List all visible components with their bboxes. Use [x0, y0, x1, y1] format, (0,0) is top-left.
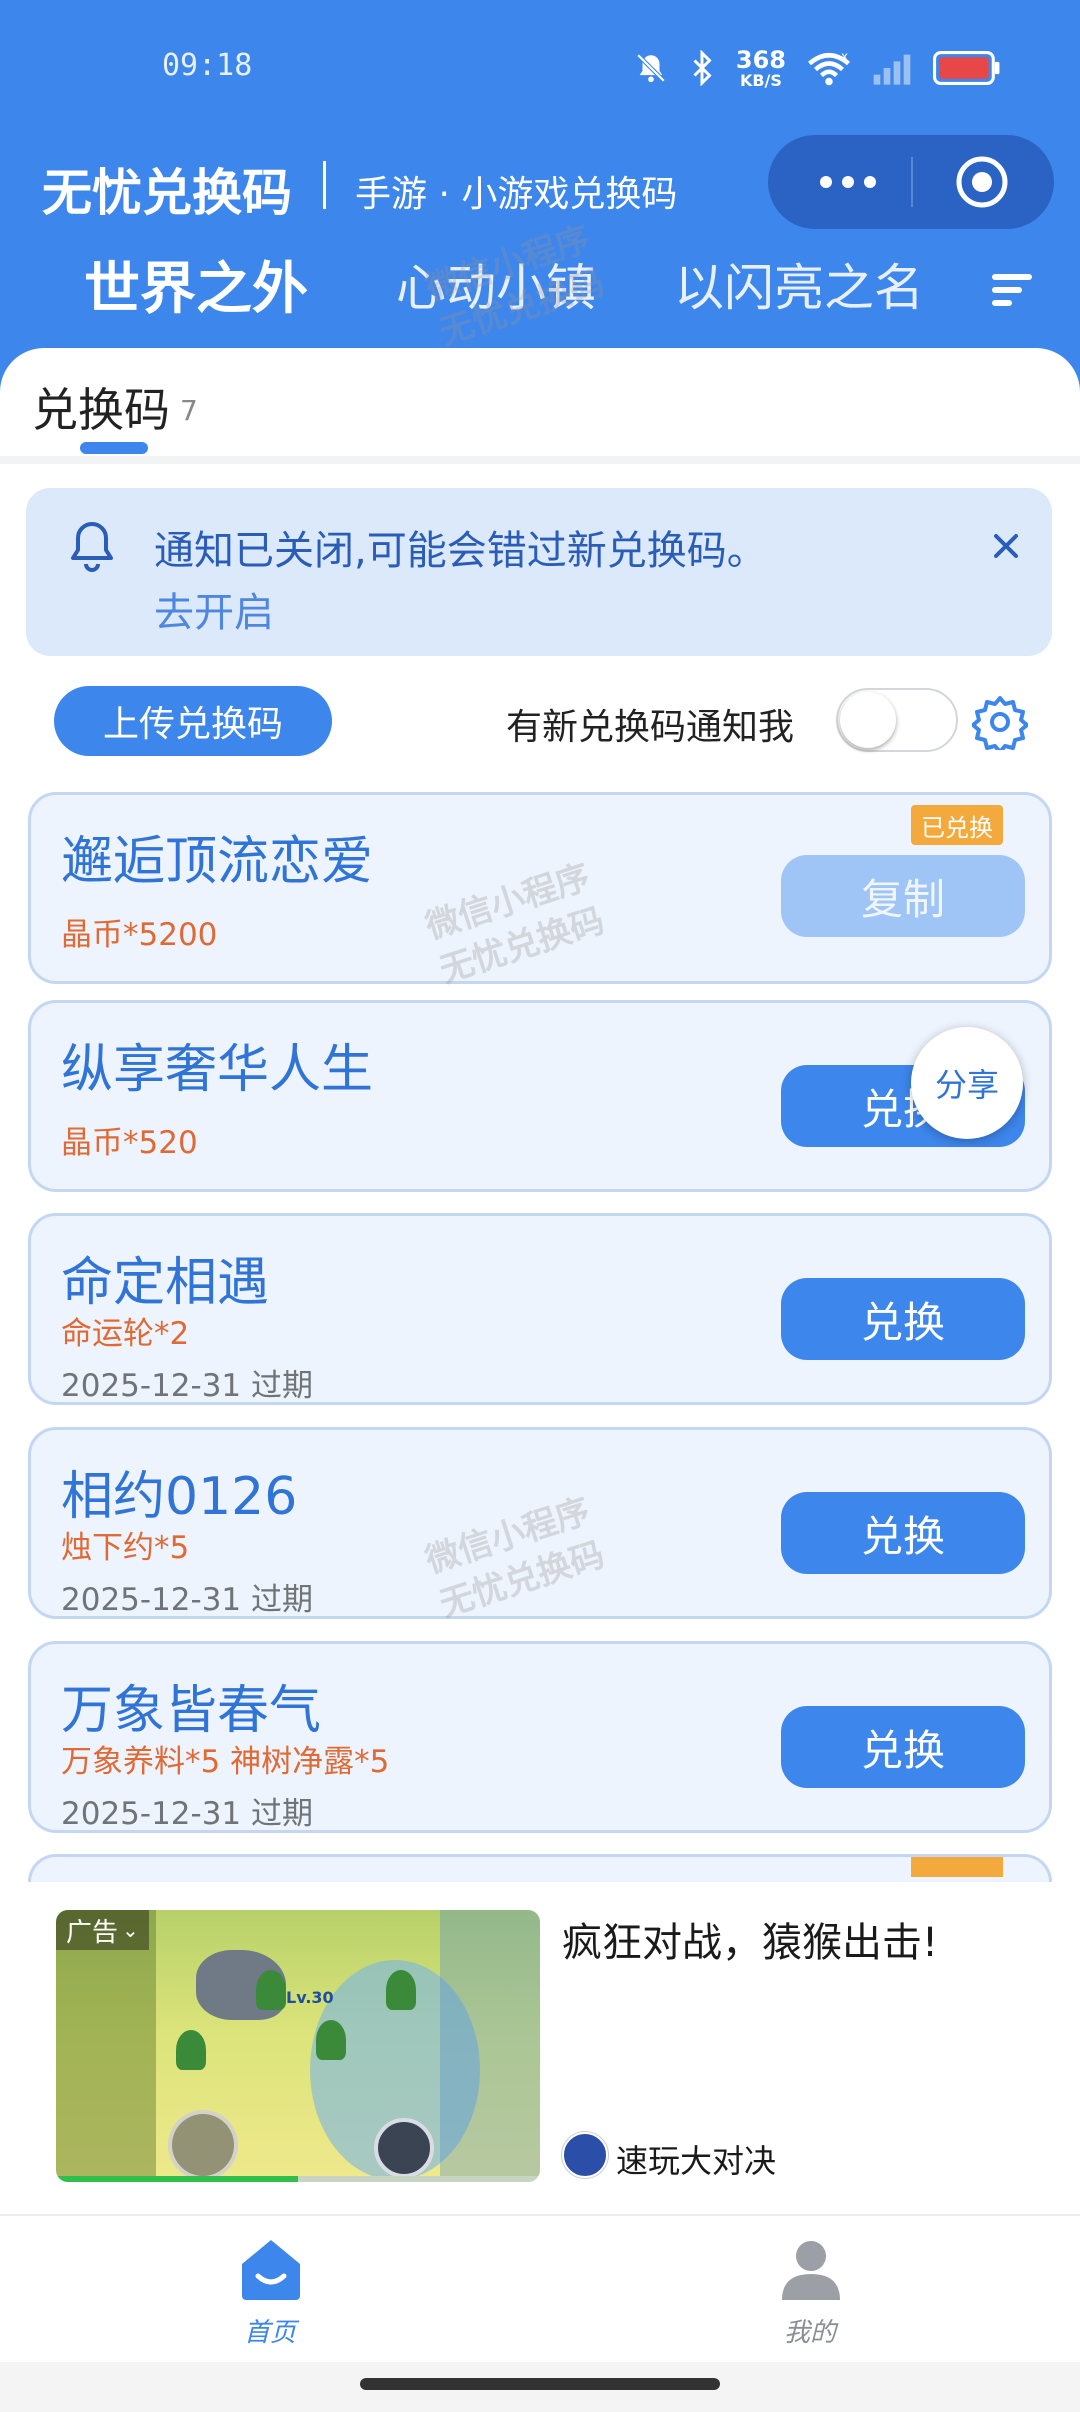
- network-speed: 368 KB/S: [736, 48, 786, 89]
- ad-title[interactable]: 疯狂对战，猿猴出击!: [562, 1910, 938, 1968]
- code-title: 邂逅顶流恋爱: [61, 832, 374, 892]
- code-expiry: 2025-12-31 过期: [61, 1582, 314, 1618]
- ad-label-text: 广告: [66, 1917, 119, 1948]
- code-card: 命定相遇 命运轮*2 2025-12-31 过期 兑换: [28, 1213, 1052, 1405]
- home-indicator[interactable]: [360, 2378, 720, 2390]
- ad-image-side-right: [440, 1910, 540, 2182]
- bottom-tabbar: 首页 我的: [0, 2214, 1080, 2364]
- share-button[interactable]: 分享: [911, 1027, 1023, 1139]
- section-divider: [0, 456, 1080, 464]
- ad-image-tree: [176, 2030, 206, 2070]
- more-dots-icon[interactable]: [808, 135, 888, 229]
- peek-badge: [911, 1857, 1003, 1877]
- section-tab-indicator: [80, 442, 148, 454]
- close-icon[interactable]: [986, 526, 1026, 566]
- notification-banner: 通知已关闭,可能会错过新兑换码。 去开启: [26, 488, 1052, 656]
- code-title: 纵享奢华人生: [61, 1040, 374, 1100]
- enable-notification-link[interactable]: 去开启: [154, 580, 274, 638]
- wifi-icon: x: [808, 50, 850, 86]
- ad-sponsor-avatar: [562, 2132, 608, 2178]
- svg-text:x: x: [841, 50, 848, 64]
- system-home-area: [0, 2362, 1080, 2412]
- network-speed-value: 368: [735, 45, 786, 74]
- tab-home-label: 首页: [243, 2318, 296, 2348]
- code-reward: 万象养料*5 神树净露*5: [61, 1744, 390, 1780]
- network-speed-unit: KB/S: [739, 70, 782, 90]
- ad-image-tree: [256, 1970, 286, 2010]
- battery-icon: [933, 51, 1000, 85]
- code-reward: 晶币*520: [61, 1125, 198, 1161]
- ad-label[interactable]: 广告 ⌄: [56, 1910, 149, 1950]
- notify-label: 有新兑换码通知我: [506, 707, 795, 748]
- copy-button[interactable]: 复制: [781, 855, 1025, 937]
- section-tab-codes[interactable]: 兑换码: [32, 374, 170, 440]
- signal-icon: [873, 54, 911, 85]
- status-bar: 09:18 368 KB/S x: [0, 0, 1080, 130]
- target-close-icon[interactable]: [954, 154, 1010, 210]
- code-title: 命定相遇: [61, 1253, 270, 1313]
- code-reward: 命运轮*2: [61, 1316, 190, 1352]
- code-reward: 晶币*5200: [61, 917, 218, 953]
- redeemed-badge: 已兑换: [911, 805, 1003, 845]
- bell-icon: [71, 522, 113, 572]
- mini-program-capsule: [768, 135, 1054, 229]
- title-divider: [323, 161, 326, 209]
- code-title: 万象皆春气: [61, 1681, 322, 1741]
- code-expiry: 2025-12-31 过期: [61, 1368, 314, 1404]
- home-icon: [242, 2240, 300, 2300]
- ad-image-tree: [316, 2020, 346, 2060]
- tab-home[interactable]: 首页: [170, 2216, 370, 2364]
- upload-code-button[interactable]: 上传兑换码: [54, 686, 332, 756]
- ad-video-progress-fill: [56, 2176, 298, 2182]
- code-reward: 烛下约*5: [61, 1530, 190, 1566]
- code-title: 相约0126: [61, 1467, 298, 1527]
- code-card: 万象皆春气 万象养料*5 神树净露*5 2025-12-31 过期 兑换: [28, 1641, 1052, 1833]
- ad-video-progress: [56, 2176, 540, 2182]
- title-row: 无忧兑换码 手游 · 小游戏兑换码: [0, 135, 1080, 235]
- code-card: 纵享奢华人生 晶币*520 兑换 分享: [28, 1000, 1052, 1192]
- redeem-button[interactable]: 兑换: [781, 1492, 1025, 1574]
- ad-banner[interactable]: Lv.30 广告 ⌄ 疯狂对战，猿猴出击! 速玩大对决: [0, 1882, 1080, 2214]
- app-subtitle: 手游 · 小游戏兑换码: [355, 174, 678, 215]
- status-time: 09:18: [162, 48, 253, 83]
- chevron-down-icon: ⌄: [122, 1918, 139, 1942]
- status-icons: 368 KB/S x: [634, 44, 1002, 92]
- ad-skill-button: [374, 2118, 434, 2178]
- tab-mine[interactable]: 我的: [710, 2216, 910, 2364]
- ad-game-level: Lv.30: [286, 1988, 334, 2007]
- ad-image-side-left: [56, 1910, 156, 2182]
- tab-mine-label: 我的: [783, 2318, 836, 2348]
- notify-toggle[interactable]: [836, 688, 958, 752]
- game-tab-3[interactable]: 以闪亮之名: [674, 248, 924, 320]
- app-title: 无忧兑换码: [42, 164, 292, 222]
- gear-icon[interactable]: [972, 694, 1028, 750]
- ad-image-tree: [386, 1970, 416, 2010]
- toggle-knob: [840, 692, 896, 748]
- ad-image[interactable]: Lv.30 广告 ⌄: [56, 1910, 540, 2182]
- notification-text: 通知已关闭,可能会错过新兑换码。: [154, 528, 767, 574]
- code-expiry: 2025-12-31 过期: [61, 1796, 314, 1832]
- bell-off-icon: [636, 53, 666, 83]
- sort-menu-icon[interactable]: [990, 270, 1034, 310]
- user-icon: [782, 2241, 840, 2300]
- redeem-button[interactable]: 兑换: [781, 1278, 1025, 1360]
- ad-joystick: [168, 2110, 238, 2180]
- section-tab-count: 7: [180, 394, 198, 427]
- bluetooth-icon: [693, 50, 712, 86]
- game-tab-1[interactable]: 世界之外: [84, 244, 308, 325]
- redeem-button[interactable]: 兑换: [781, 1706, 1025, 1788]
- capsule-divider: [911, 157, 913, 207]
- ad-sponsor-name[interactable]: 速玩大对决: [616, 2136, 776, 2182]
